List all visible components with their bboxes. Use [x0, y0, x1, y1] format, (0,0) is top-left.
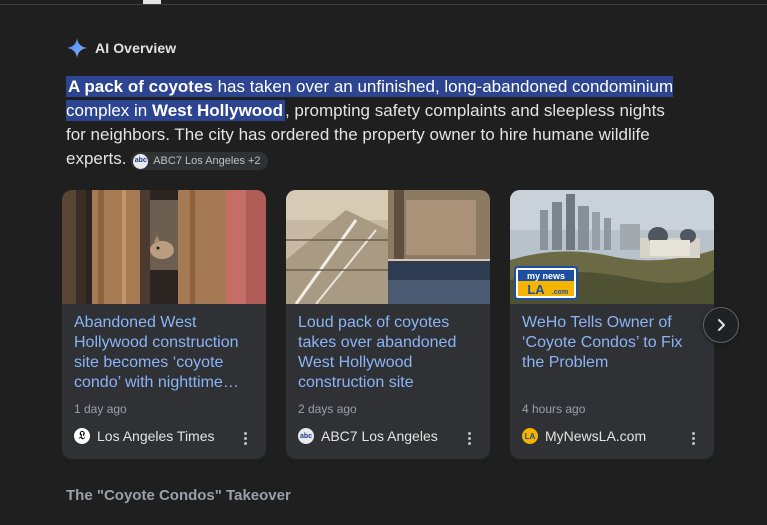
ai-overview-title: AI Overview — [95, 40, 177, 56]
news-carousel: Abandoned West Hollywood construction si… — [62, 190, 714, 459]
more-options-icon[interactable] — [462, 430, 476, 446]
badge-line-3: .com — [552, 289, 568, 296]
news-card[interactable]: my news LA .com WeHo Tells Owner of ‘Coy… — [510, 190, 714, 459]
los-angeles-skyline-image: my news LA .com — [510, 190, 714, 304]
lat-icon: 𝔏 — [74, 428, 90, 444]
more-options-icon[interactable] — [238, 430, 252, 446]
abc7-icon: abc — [298, 428, 314, 444]
chevron-right-icon — [718, 319, 725, 331]
coyote-fence-image — [62, 190, 266, 304]
section-heading: The "Coyote Condos" Takeover — [66, 487, 291, 504]
card-source-name: MyNewsLA.com — [545, 428, 647, 444]
badge-line-1: my news — [527, 271, 565, 281]
card-timestamp: 1 day ago — [74, 402, 127, 416]
card-source: LA MyNewsLA.com — [522, 428, 646, 444]
highlight-bold-2: West Hollywood — [151, 101, 283, 120]
card-title[interactable]: Loud pack of coyotes takes over abandone… — [298, 313, 480, 393]
highlight-bold-1: A pack of coyotes — [68, 77, 213, 96]
card-title[interactable]: WeHo Tells Owner of ‘Coyote Condos’ to F… — [522, 313, 704, 373]
active-tab-indicator — [143, 0, 161, 4]
news-card[interactable]: Loud pack of coyotes takes over abandone… — [286, 190, 490, 459]
card-title[interactable]: Abandoned West Hollywood construction si… — [74, 313, 256, 393]
news-card[interactable]: Abandoned West Hollywood construction si… — [62, 190, 266, 459]
carousel-next-button[interactable] — [703, 307, 739, 343]
card-source: abc ABC7 Los Angeles — [298, 428, 438, 444]
card-source-name: ABC7 Los Angeles — [321, 428, 438, 444]
card-source: 𝔏 Los Angeles Times — [74, 428, 215, 444]
mynewsla-icon: LA — [522, 428, 538, 444]
page: AI Overview A pack of coyotes has taken … — [0, 0, 767, 525]
ai-overview-header: AI Overview — [66, 37, 176, 59]
card-timestamp: 4 hours ago — [522, 402, 586, 416]
overview-text: A pack of coyotes has taken over an unfi… — [66, 75, 686, 171]
badge-line-2: LA — [527, 282, 545, 297]
card-source-name: Los Angeles Times — [97, 428, 215, 444]
source-chip[interactable]: abc ABC7 Los Angeles +2 — [131, 152, 268, 170]
top-divider — [0, 4, 767, 5]
more-options-icon[interactable] — [686, 430, 700, 446]
source-chip-label: ABC7 Los Angeles +2 — [153, 155, 261, 167]
abc7-icon: abc — [133, 153, 149, 169]
construction-site-image — [286, 190, 490, 304]
sparkle-icon — [66, 37, 88, 59]
card-timestamp: 2 days ago — [298, 402, 357, 416]
